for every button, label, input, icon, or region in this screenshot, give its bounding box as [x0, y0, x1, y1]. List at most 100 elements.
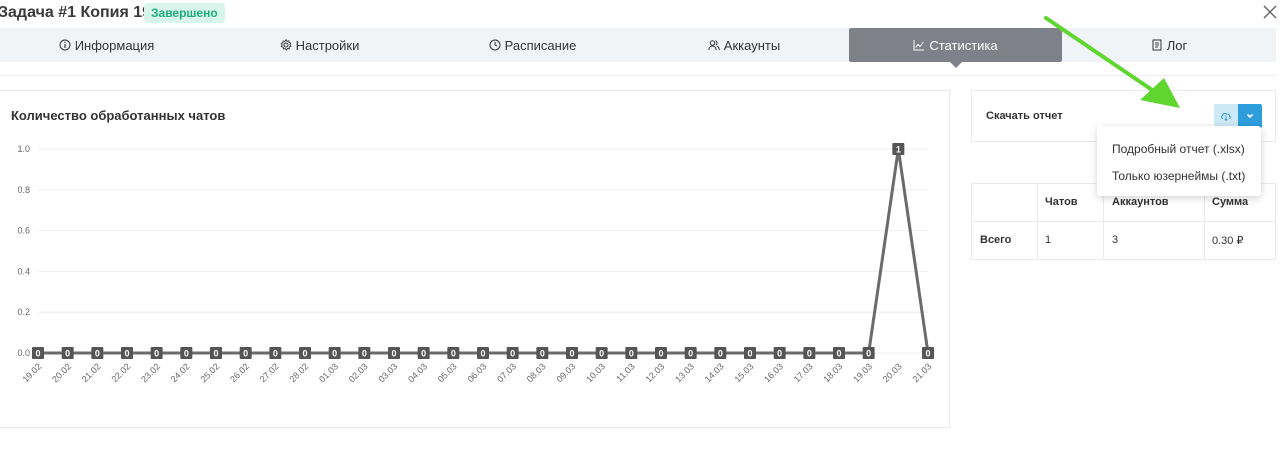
data-label: 0	[332, 349, 337, 359]
data-label: 0	[629, 349, 634, 359]
column-header: Сумма	[1212, 196, 1249, 208]
x-tick-label: 19.03	[851, 361, 874, 384]
data-label: 0	[836, 349, 841, 359]
download-dropdown-toggle[interactable]	[1238, 104, 1262, 128]
chart-card: Количество обработанных чатов 0.0 0.2 0.4 0…	[0, 90, 950, 428]
data-label: 0	[421, 349, 426, 359]
x-tick-label: 26.02	[228, 361, 251, 384]
x-tick-label: 23.02	[139, 361, 162, 384]
download-menu: Подробный отчет (.xlsx) Только юзернеймы…	[1097, 126, 1261, 196]
tab-label: Аккаунты	[723, 37, 781, 53]
chart-icon	[913, 40, 925, 51]
data-label: 0	[154, 349, 159, 359]
x-tick-label: 24.02	[169, 361, 192, 384]
x-tick-label: 15.03	[732, 361, 755, 384]
data-label: 0	[302, 349, 307, 359]
gear-icon	[280, 39, 292, 51]
data-label: 0	[362, 349, 367, 359]
tab-settings[interactable]: Настройки	[213, 28, 426, 62]
x-tick-label: 06.03	[465, 361, 488, 384]
data-label: 0	[451, 349, 456, 359]
line-chart: 0.0 0.2 0.4 0.6 0.8 1.0 19.02 20.02 21.02 22.02 23…	[17, 143, 934, 384]
x-tick-label: 08.03	[525, 361, 548, 384]
table-cell: Всего	[980, 234, 1012, 246]
x-tick-label: 28.02	[287, 361, 310, 384]
data-label: 0	[65, 349, 70, 359]
x-tick-label: 21.03	[910, 361, 933, 384]
tab-accounts[interactable]: Аккаунты	[639, 28, 849, 62]
data-label: 0	[124, 349, 129, 359]
column-header: Чатов	[1045, 196, 1078, 208]
cloud-download-icon	[1221, 112, 1231, 122]
status-badge: Завершено	[144, 3, 225, 23]
chevron-down-icon	[1246, 113, 1254, 119]
data-label: 0	[510, 349, 515, 359]
y-tick-label: 0.4	[17, 266, 30, 276]
series-line	[38, 148, 930, 355]
tab-label: Информация	[74, 37, 155, 53]
users-icon	[708, 40, 720, 51]
x-tick-label: 20.03	[881, 361, 904, 384]
x-tick-label: 20.02	[50, 361, 73, 384]
x-tick-label: 01.03	[317, 361, 340, 384]
clock-icon	[489, 39, 501, 51]
x-tick-label: 22.02	[109, 361, 132, 384]
menu-item-usernames-only[interactable]: Только юзернеймы (.txt)	[1112, 169, 1245, 183]
y-tick-label: 0.6	[17, 226, 30, 236]
x-tick-label: 09.03	[554, 361, 577, 384]
tab-label: Настройки	[295, 37, 360, 53]
y-tick-label: 0.2	[17, 307, 30, 317]
table-cell: 3	[1112, 234, 1119, 246]
x-tick-label: 11.03	[614, 361, 637, 384]
tab-schedule[interactable]: Расписание	[426, 28, 639, 62]
column-header: Аккаунтов	[1112, 196, 1169, 208]
download-button[interactable]	[1214, 104, 1238, 128]
data-label: 0	[273, 349, 278, 359]
tab-label: Статистика	[929, 37, 998, 53]
data-label: 0	[569, 349, 574, 359]
data-label: 0	[925, 349, 930, 359]
x-tick-label: 05.03	[436, 361, 459, 384]
table-cell: 1	[1045, 234, 1052, 246]
tab-label: Расписание	[504, 37, 577, 53]
data-label: 0	[658, 349, 663, 359]
data-label: 0	[718, 349, 723, 359]
x-tick-label: 18.03	[821, 361, 844, 384]
y-tick-label: 1.0	[17, 144, 30, 154]
data-label: 0	[35, 349, 40, 359]
data-label: 0	[747, 349, 752, 359]
table-cell: 0.30 ₽	[1212, 235, 1244, 247]
data-label: 0	[391, 349, 396, 359]
x-tick-label: 04.03	[406, 361, 429, 384]
x-tick-label: 19.02	[20, 361, 43, 384]
info-icon	[59, 39, 71, 51]
x-tick-label: 25.02	[198, 361, 221, 384]
x-tick-label: 02.03	[347, 361, 370, 384]
x-tick-label: 17.03	[792, 361, 815, 384]
tab-info[interactable]: Информация	[0, 28, 213, 62]
data-label: 0	[688, 349, 693, 359]
x-tick-label: 21.02	[80, 361, 103, 384]
x-tick-label: 16.03	[762, 361, 785, 384]
annotation-arrow-icon	[1044, 16, 1180, 108]
y-tick-label: 0.0	[17, 348, 30, 358]
x-tick-label: 10.03	[584, 361, 607, 384]
x-tick-label: 14.03	[703, 361, 726, 384]
x-tick-label: 27.02	[258, 361, 281, 384]
active-tab-pointer	[950, 62, 962, 68]
data-label: 1	[896, 145, 901, 155]
tab-statistics[interactable]: Статистика	[849, 28, 1062, 62]
data-label: 0	[866, 349, 871, 359]
data-label: 0	[807, 349, 812, 359]
data-label: 0	[599, 349, 604, 359]
data-label: 0	[243, 349, 248, 359]
menu-item-detailed-report[interactable]: Подробный отчет (.xlsx)	[1112, 142, 1245, 156]
close-icon[interactable]	[1262, 4, 1278, 20]
data-label: 0	[777, 349, 782, 359]
data-label: 0	[95, 349, 100, 359]
y-tick-label: 0.8	[17, 185, 30, 195]
x-tick-label: 13.03	[673, 361, 696, 384]
x-tick-label: 12.03	[643, 361, 666, 384]
x-tick-label: 03.03	[376, 361, 399, 384]
data-label: 0	[540, 349, 545, 359]
